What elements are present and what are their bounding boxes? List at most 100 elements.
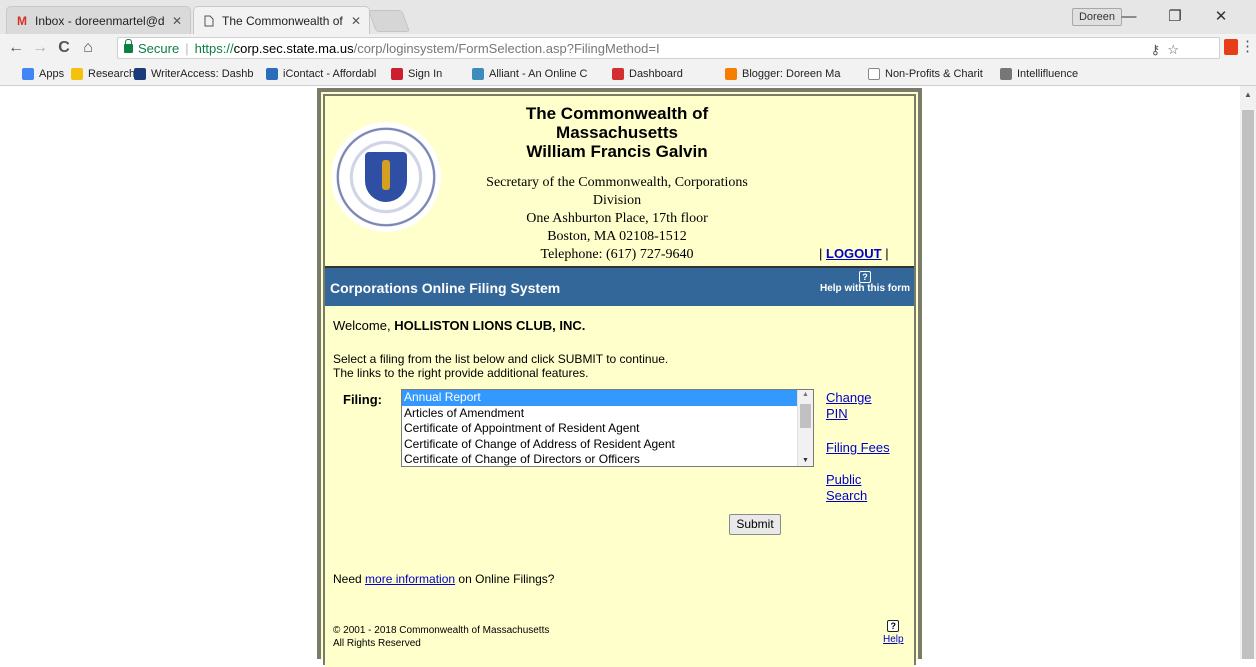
- help-link[interactable]: Help: [883, 634, 904, 645]
- bookmark-label: Alliant - An Online C: [489, 68, 588, 80]
- instruction-line-1: Select a filing from the list below and …: [333, 352, 669, 366]
- help-link-group[interactable]: ? Help: [883, 620, 904, 645]
- close-window-icon[interactable]: ✕: [1198, 4, 1244, 30]
- filing-option[interactable]: Annual Report: [402, 390, 797, 406]
- folder-icon: [71, 68, 83, 80]
- intellifluence-icon: [1000, 68, 1012, 80]
- scroll-up-icon[interactable]: ▲: [802, 391, 809, 398]
- change-pin-link[interactable]: Change PIN: [826, 390, 872, 422]
- tab-gmail-inbox[interactable]: M Inbox - doreenmartel@d ✕: [6, 6, 191, 34]
- state-seal-image: [331, 122, 441, 232]
- more-information-link[interactable]: more information: [365, 572, 455, 586]
- organization-name: HOLLISTON LIONS CLUB, INC.: [394, 318, 586, 333]
- address-bar[interactable]: Secure | https:// corp.sec.state.ma.us /…: [117, 37, 1220, 59]
- bookmark-nonprofits[interactable]: Non-Profits & Charit: [868, 66, 983, 82]
- tab-title: The Commonwealth of M: [222, 13, 345, 28]
- question-icon: ?: [859, 271, 871, 283]
- new-tab-button[interactable]: [367, 10, 411, 32]
- bookmark-writeraccess[interactable]: WriterAccess: Dashb: [134, 66, 254, 82]
- public-search-line-2: Search: [826, 488, 868, 503]
- signin-icon: [391, 68, 403, 80]
- scroll-up-icon[interactable]: ▲: [1240, 90, 1256, 102]
- browser-toolbar: ← → C ⌂ Secure | https:// corp.sec.state…: [0, 34, 1256, 62]
- submit-button[interactable]: Submit: [729, 514, 781, 535]
- bookmark-alliant[interactable]: Alliant - An Online C: [472, 66, 587, 82]
- bookmark-label: Non-Profits & Charit: [885, 68, 983, 80]
- secure-label: Secure: [138, 40, 180, 56]
- bookmark-apps[interactable]: Apps: [22, 66, 64, 82]
- minimize-icon[interactable]: —: [1106, 4, 1152, 30]
- home-icon[interactable]: ⌂: [78, 38, 98, 58]
- bookmark-label: Dashboard: [629, 68, 683, 80]
- bookmark-star-icon[interactable]: ☆: [1167, 42, 1179, 57]
- help-with-form-link[interactable]: ? Help with this form: [817, 271, 913, 294]
- filing-label: Filing:: [343, 392, 382, 407]
- omnibox-icons: ⚷ ☆: [1151, 42, 1179, 58]
- need-info-prefix: Need: [333, 572, 362, 586]
- scroll-down-icon[interactable]: ▼: [802, 457, 809, 464]
- question-icon: ?: [887, 620, 900, 632]
- bookmark-intellifluence[interactable]: Intellifluence: [1000, 66, 1078, 82]
- header-title-line-3: William Francis Galvin: [526, 142, 708, 161]
- bookmark-label: Blogger: Doreen Ma: [742, 68, 841, 80]
- header-address-line-4: Boston, MA 02108-1512: [547, 229, 687, 244]
- system-title: Corporations Online Filing System: [330, 280, 561, 296]
- header-address-line-2: Division: [592, 193, 642, 208]
- alliant-icon: [472, 68, 484, 80]
- filing-option[interactable]: Certificate of Change of Directors or Of…: [402, 452, 813, 466]
- url-path: /corp/loginsystem/FormSelection.asp?Fili…: [353, 40, 660, 56]
- header-address-line-3: One Ashburton Place, 17th floor: [526, 211, 708, 226]
- bookmark-label: Research: [88, 68, 136, 80]
- dashboard-icon: [612, 68, 624, 80]
- restore-icon[interactable]: ❐: [1152, 4, 1198, 30]
- header-address-line-5: Telephone: (617) 727-9640: [540, 247, 694, 262]
- header-title-line-2: Massachusetts: [556, 123, 678, 142]
- bookmark-label: Sign In: [408, 68, 443, 80]
- page-inner-frame: The Commonwealth of Massachusetts Willia…: [323, 94, 916, 667]
- filing-option[interactable]: Certificate of Appointment of Resident A…: [402, 421, 813, 437]
- bookmark-dashboard[interactable]: Dashboard: [612, 66, 683, 82]
- public-search-link[interactable]: Public Search: [826, 472, 867, 504]
- writeraccess-icon: [134, 68, 146, 80]
- bookmark-label: WriterAccess: Dashb: [151, 68, 254, 80]
- forward-arrow-icon[interactable]: →: [30, 38, 50, 58]
- page-icon: [868, 68, 880, 80]
- menu-icon[interactable]: ⋮: [1240, 37, 1255, 55]
- office-extension-icon[interactable]: [1224, 39, 1238, 55]
- change-pin-line-1: Change: [826, 390, 872, 405]
- back-arrow-icon[interactable]: ←: [6, 38, 26, 58]
- close-icon[interactable]: ✕: [172, 14, 182, 28]
- url-scheme: https://: [194, 40, 234, 56]
- close-icon[interactable]: ✕: [351, 14, 361, 28]
- lock-icon: [124, 38, 133, 53]
- bookmarks-bar: Apps Research WriterAccess: Dashb iConta…: [0, 62, 1256, 86]
- filing-listbox[interactable]: Annual Report Articles of Amendment Cert…: [401, 389, 814, 467]
- copyright-line-1: © 2001 - 2018 Commonwealth of Massachuse…: [333, 625, 550, 636]
- page-scrollbar[interactable]: ▲: [1240, 86, 1256, 659]
- logout-wrapper: | LOGOUT |: [819, 246, 889, 261]
- filing-option[interactable]: Articles of Amendment: [402, 406, 813, 422]
- blogger-icon: [725, 68, 737, 80]
- bookmark-signin[interactable]: Sign In: [391, 66, 442, 82]
- instruction-line-2: The links to the right provide additiona…: [333, 366, 589, 380]
- tab-strip: M Inbox - doreenmartel@d ✕ The Commonwea…: [0, 0, 1256, 34]
- scroll-thumb[interactable]: [1242, 110, 1254, 659]
- welcome-prefix: Welcome,: [333, 318, 391, 333]
- bookmark-blogger[interactable]: Blogger: Doreen Ma: [725, 66, 840, 82]
- bookmark-label: iContact - Affordabl: [283, 68, 377, 80]
- bookmark-icontact[interactable]: iContact - Affordabl: [266, 66, 376, 82]
- filing-option[interactable]: Certificate of Change of Address of Resi…: [402, 437, 813, 453]
- listbox-scrollbar[interactable]: ▲ ▼: [797, 390, 813, 466]
- filing-fees-link[interactable]: Filing Fees: [826, 440, 890, 456]
- page-header: The Commonwealth of Massachusetts Willia…: [325, 96, 914, 268]
- bookmark-research[interactable]: Research: [71, 66, 135, 82]
- copyright: © 2001 - 2018 Commonwealth of Massachuse…: [333, 624, 549, 650]
- tab-commonwealth[interactable]: The Commonwealth of M ✕: [193, 6, 370, 34]
- listbox-scroll-thumb[interactable]: [800, 404, 811, 428]
- url-host: corp.sec.state.ma.us: [233, 40, 354, 56]
- instructions: Select a filing from the list below and …: [333, 352, 668, 380]
- need-info-text: Need more information on Online Filings?: [333, 572, 554, 586]
- reload-icon[interactable]: C: [54, 38, 74, 58]
- key-icon[interactable]: ⚷: [1151, 42, 1161, 57]
- logout-link[interactable]: LOGOUT: [826, 246, 882, 261]
